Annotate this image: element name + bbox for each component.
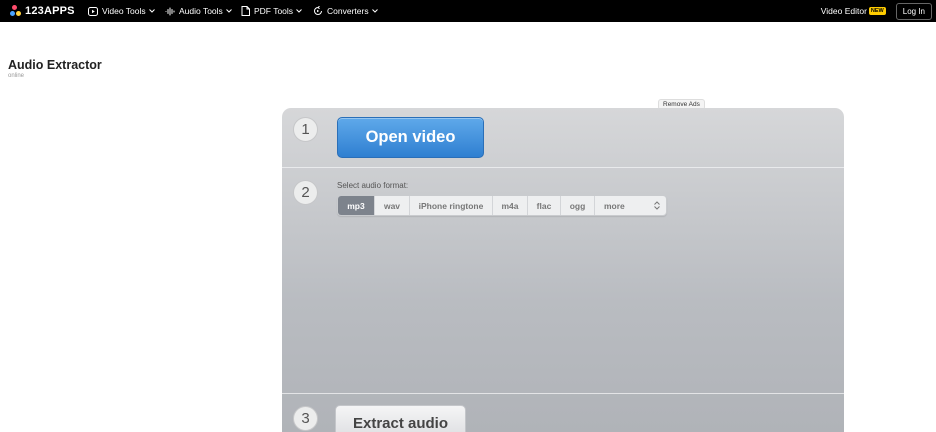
format-option-iphone-ringtone[interactable]: iPhone ringtone: [410, 196, 493, 215]
format-option-ogg[interactable]: ogg: [561, 196, 595, 215]
step-select-format: 2 Select audio format: mp3 wav iPhone ri…: [282, 169, 844, 394]
video-editor-link[interactable]: Video Editor: [821, 6, 867, 16]
page-subtitle: online: [8, 73, 25, 79]
step-open-video: 1 Open video: [282, 108, 844, 168]
logo[interactable]: 123APPS: [10, 3, 75, 19]
nav-label: Audio Tools: [179, 6, 223, 16]
format-selector: mp3 wav iPhone ringtone m4a flac ogg mor…: [337, 195, 667, 216]
extractor-panel: 1 Open video 2 Select audio format: mp3 …: [282, 108, 844, 432]
format-option-wav[interactable]: wav: [375, 196, 410, 215]
format-option-mp3[interactable]: mp3: [338, 196, 375, 215]
top-navbar: 123APPS Video Tools Audio Tools PDF Tool…: [0, 0, 936, 22]
nav-label: PDF Tools: [254, 6, 294, 16]
nav-label: Converters: [327, 6, 369, 16]
step-number: 2: [293, 180, 318, 205]
step-number: 1: [293, 117, 318, 142]
nav-video-tools[interactable]: Video Tools: [88, 0, 155, 22]
document-icon: [241, 6, 250, 16]
format-option-flac[interactable]: flac: [528, 196, 561, 215]
nav-converters[interactable]: Converters: [313, 0, 378, 22]
step-extract: 3 Extract audio: [282, 395, 844, 432]
format-more-dropdown[interactable]: more: [595, 196, 666, 215]
format-label: Select audio format:: [337, 181, 409, 190]
logo-icon: [10, 5, 22, 17]
chevron-down-icon: [225, 9, 232, 13]
convert-icon: [314, 6, 322, 15]
page-title: Audio Extractor: [8, 58, 102, 72]
chevron-down-icon: [148, 9, 155, 13]
step-number: 3: [293, 406, 318, 431]
login-button[interactable]: Log In: [895, 2, 932, 20]
new-badge: NEW: [868, 7, 886, 15]
header-right: Video Editor NEW Log In: [821, 0, 936, 22]
open-video-button[interactable]: Open video: [337, 117, 484, 158]
nav-label: Video Tools: [102, 6, 146, 16]
nav-audio-tools[interactable]: Audio Tools: [165, 0, 232, 22]
video-icon: [88, 6, 98, 16]
extract-audio-button[interactable]: Extract audio: [335, 405, 466, 432]
chevron-down-icon: [296, 9, 302, 13]
nav-pdf-tools[interactable]: PDF Tools: [241, 0, 302, 22]
more-label: more: [604, 200, 625, 211]
logo-text: 123APPS: [25, 5, 75, 17]
sort-arrows-icon: [654, 201, 660, 210]
format-option-m4a[interactable]: m4a: [493, 196, 528, 215]
chevron-down-icon: [371, 9, 378, 13]
audio-wave-icon: [165, 7, 175, 15]
